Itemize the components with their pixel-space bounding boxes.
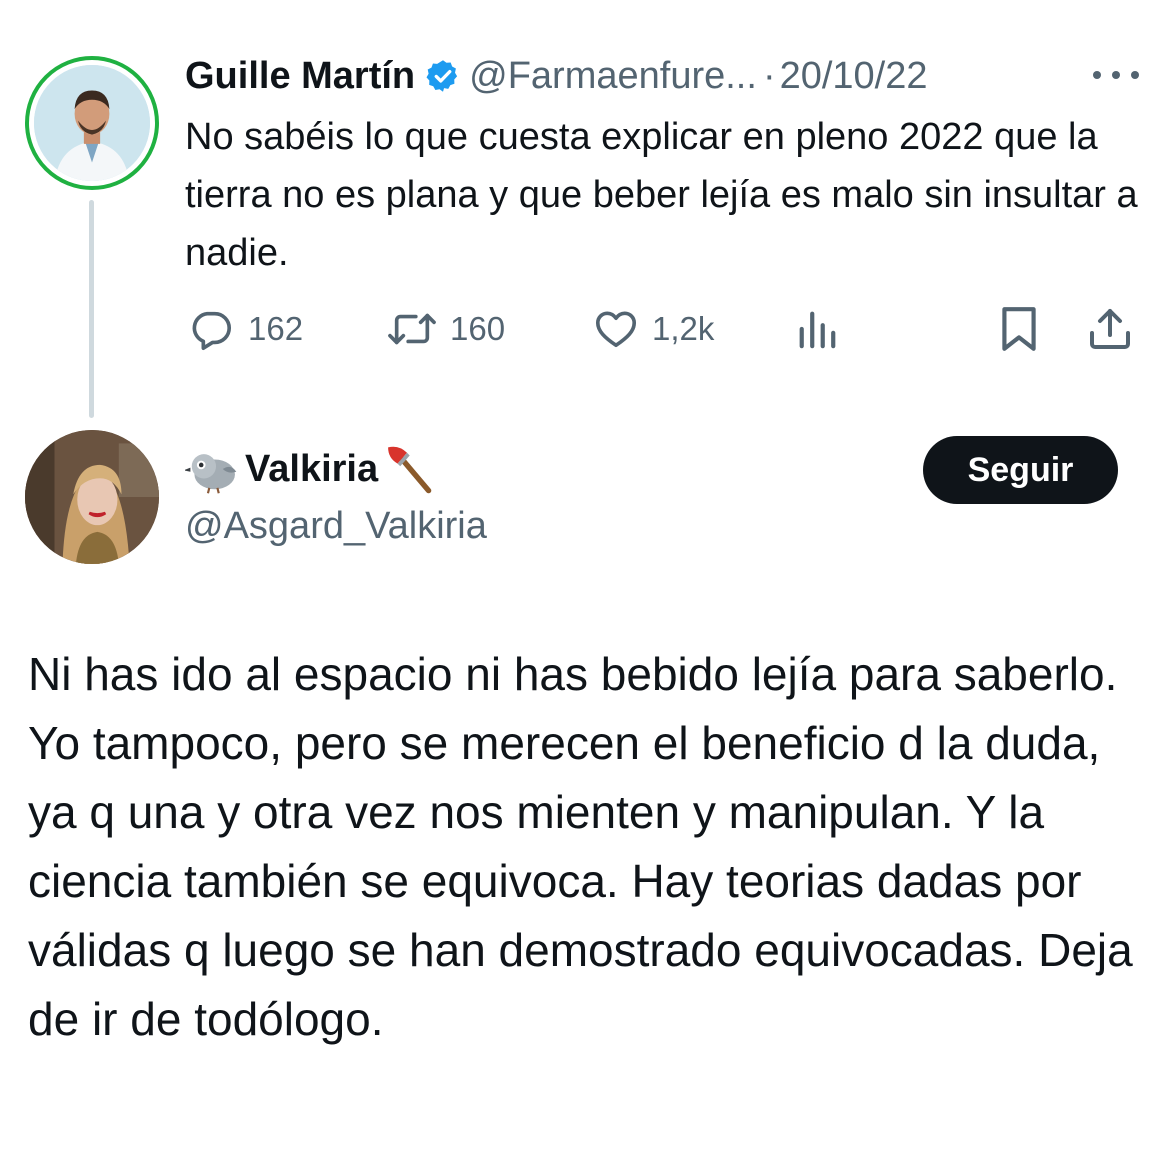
- share-icon: [1090, 309, 1130, 349]
- retweet-count: 160: [450, 310, 506, 347]
- author-name[interactable]: Guille Martín: [185, 50, 415, 102]
- reply-tweet-text: Ni has ido al espacio ni has bebido lejí…: [28, 648, 1133, 1045]
- reply-author-handle[interactable]: @Asgard_Valkiria: [185, 500, 487, 552]
- reply-icon: [192, 311, 231, 350]
- retweet-button[interactable]: 160: [384, 300, 505, 358]
- reply-author-name-row[interactable]: Valkiria: [185, 440, 434, 498]
- retweet-icon: [388, 313, 436, 345]
- avatar-photo: [25, 430, 159, 564]
- tweet-date[interactable]: 20/10/22: [780, 50, 928, 102]
- author-handle[interactable]: @Farmaenfure...: [469, 50, 757, 102]
- tweet-actions-bar: 162 160 1,2k: [0, 300, 1170, 358]
- more-options-icon[interactable]: [1093, 66, 1139, 84]
- bird-emoji-icon: [185, 454, 237, 494]
- reply-author-name[interactable]: Valkiria: [245, 448, 378, 491]
- reply-button[interactable]: 162: [188, 300, 303, 358]
- like-button[interactable]: 1,2k: [592, 300, 714, 358]
- parent-tweet-header: Guille Martín @Farmaenfure... · 20/10/22: [185, 50, 928, 102]
- bookmark-button[interactable]: [998, 300, 1040, 358]
- follow-button[interactable]: Seguir: [923, 436, 1118, 504]
- author-avatar[interactable]: [25, 56, 159, 190]
- bookmark-icon: [1002, 307, 1036, 351]
- parent-tweet-text: No sabéis lo que cuesta explicar en plen…: [185, 116, 1138, 274]
- like-count: 1,2k: [652, 310, 715, 347]
- verified-badge-icon[interactable]: [425, 58, 461, 94]
- axe-emoji-icon: [388, 446, 432, 494]
- avatar-photo: [34, 65, 150, 181]
- analytics-icon: [799, 311, 836, 349]
- heart-icon: [595, 311, 637, 348]
- reply-author-avatar[interactable]: [25, 430, 159, 564]
- share-button[interactable]: [1086, 300, 1134, 358]
- reply-count: 162: [248, 310, 304, 347]
- header-separator: ·: [762, 55, 776, 97]
- views-button[interactable]: [796, 300, 838, 358]
